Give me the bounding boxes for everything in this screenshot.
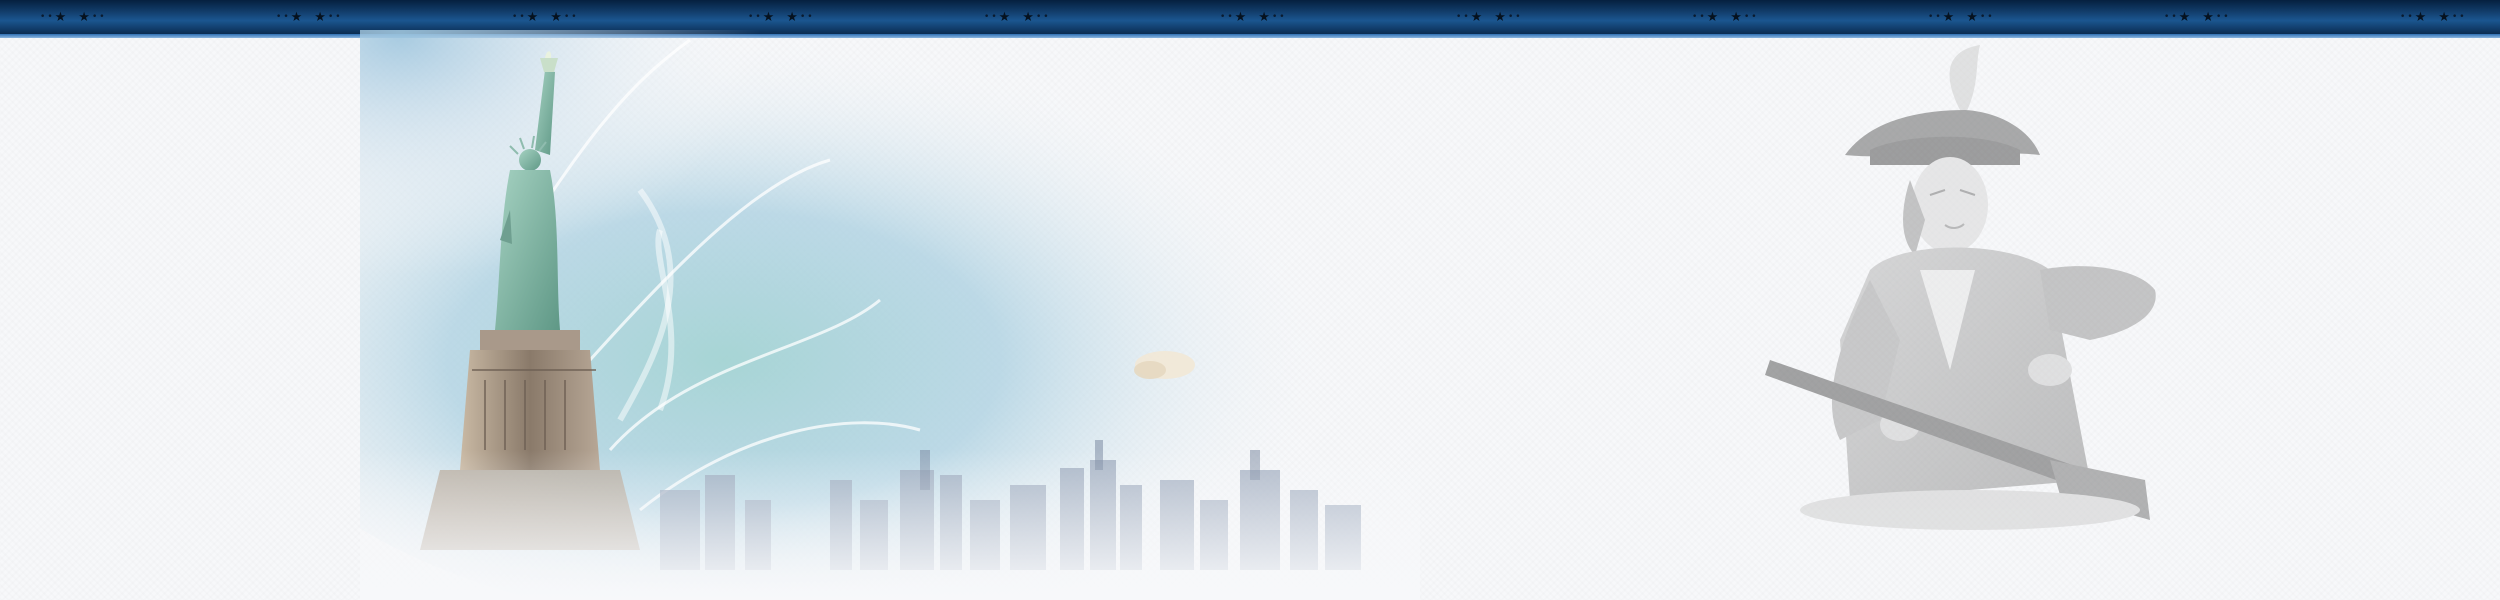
dot-icon: • — [799, 11, 806, 22]
star-icon: ★ — [1258, 9, 1270, 25]
star-ornament: • • ★ ★ • • — [40, 8, 105, 26]
star-icon: ★ — [762, 9, 775, 25]
star-ornament: • • ★ ★ • • — [1928, 8, 1993, 26]
star-icon: ★ — [1730, 9, 1742, 25]
top-star-band: • • ★ ★ • • • • ★ ★ • • • • ★ ★ • • • • ★ ★ • • • • ★ ★ • • • • ★ ★ • • • • ★ ★… — [0, 0, 2500, 34]
dot-icon: • — [283, 11, 289, 22]
star-icon: ★ — [1022, 9, 1034, 25]
star-icon: ★ — [290, 9, 303, 25]
dot-icon: • — [40, 11, 46, 22]
dot-icon: • — [2451, 11, 2458, 22]
star-icon: ★ — [1494, 9, 1506, 25]
dot-icon: • — [519, 11, 525, 22]
star-icon: ★ — [1470, 9, 1483, 25]
star-ornament: • • ★ ★ • • — [2164, 8, 2229, 26]
star-ornament: • • ★ ★ • • — [984, 8, 1049, 26]
dot-icon: • — [335, 11, 341, 22]
star-ornament: • • ★ ★ • • — [1456, 8, 1521, 26]
dot-icon: • — [1928, 11, 1934, 22]
dot-icon: • — [1935, 11, 1941, 22]
star-icon: ★ — [54, 9, 67, 25]
dot-icon: • — [1271, 11, 1278, 22]
star-icon: ★ — [314, 9, 326, 25]
dot-icon: • — [2407, 11, 2413, 22]
star-icon: ★ — [2178, 9, 2191, 25]
star-ornament: • • ★ ★ • • — [1220, 8, 1285, 26]
dot-icon: • — [1507, 11, 1514, 22]
dot-icon: • — [1692, 11, 1698, 22]
minuteman-engraving — [1750, 40, 2250, 560]
star-ornament: • • ★ ★ • • — [276, 8, 341, 26]
dot-icon: • — [755, 11, 761, 22]
dot-icon: • — [2400, 11, 2406, 22]
star-ornament: • • ★ ★ • • — [748, 8, 813, 26]
star-ornament: • • ★ ★ • • — [512, 8, 577, 26]
dot-icon: • — [1227, 11, 1233, 22]
dot-icon: • — [991, 11, 997, 22]
dot-icon: • — [327, 11, 334, 22]
dot-icon: • — [1463, 11, 1469, 22]
dot-icon: • — [1035, 11, 1042, 22]
dot-icon: • — [2171, 11, 2177, 22]
dot-icon: • — [1043, 11, 1049, 22]
star-icon: ★ — [1942, 9, 1955, 25]
dot-icon: • — [47, 11, 53, 22]
star-icon: ★ — [550, 9, 562, 25]
dot-icon: • — [2164, 11, 2170, 22]
star-icon: ★ — [2414, 9, 2427, 25]
dot-icon: • — [1220, 11, 1226, 22]
dot-icon: • — [984, 11, 990, 22]
dot-icon: • — [1515, 11, 1521, 22]
dot-icon: • — [563, 11, 570, 22]
dot-icon: • — [1743, 11, 1750, 22]
star-icon: ★ — [1706, 9, 1719, 25]
dot-icon: • — [276, 11, 282, 22]
dot-icon: • — [1279, 11, 1285, 22]
dot-icon: • — [1751, 11, 1757, 22]
star-ornament: • • ★ ★ • • — [2400, 8, 2465, 26]
star-icon: ★ — [786, 9, 798, 25]
dot-icon: • — [512, 11, 518, 22]
star-icon: ★ — [1234, 9, 1247, 25]
star-icon: ★ — [2438, 9, 2450, 25]
statue-of-liberty-artwork — [360, 30, 1420, 600]
dot-icon: • — [571, 11, 577, 22]
dot-icon: • — [1456, 11, 1462, 22]
dot-icon: • — [1699, 11, 1705, 22]
star-icon: ★ — [1966, 9, 1978, 25]
dot-icon: • — [2459, 11, 2465, 22]
dot-icon: • — [91, 11, 98, 22]
star-icon: ★ — [998, 9, 1011, 25]
star-icon: ★ — [526, 9, 539, 25]
star-icon: ★ — [2202, 9, 2214, 25]
star-icon: ★ — [78, 9, 90, 25]
dot-icon: • — [99, 11, 105, 22]
dot-icon: • — [807, 11, 813, 22]
star-ornament: • • ★ ★ • • — [1692, 8, 1757, 26]
dot-icon: • — [748, 11, 754, 22]
dot-icon: • — [1979, 11, 1986, 22]
dot-icon: • — [2215, 11, 2222, 22]
dot-icon: • — [1987, 11, 1993, 22]
dot-icon: • — [2223, 11, 2229, 22]
